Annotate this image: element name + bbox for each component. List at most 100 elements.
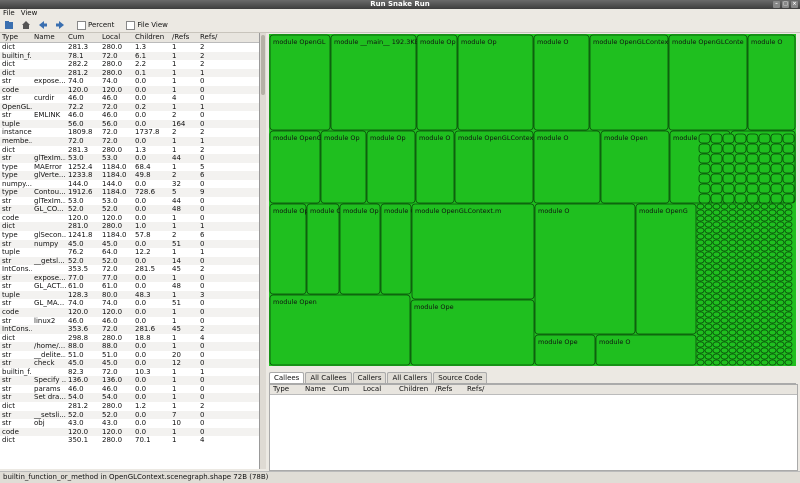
treemap-cell[interactable] [744, 227, 753, 234]
treemap-cell[interactable] [752, 311, 761, 318]
treemap-cell[interactable] [760, 299, 769, 306]
treemap-cell[interactable] [696, 275, 705, 282]
scrollbar-thumb[interactable] [261, 35, 265, 95]
treemap-cell[interactable] [760, 239, 769, 246]
treemap-cell[interactable] [784, 353, 793, 360]
table-row[interactable]: str Specify ... 136.0 136.0 0.0 1 0 [0, 376, 259, 385]
treemap-cell[interactable] [710, 173, 723, 184]
treemap-cell[interactable] [752, 281, 761, 288]
treemap-cell[interactable] [704, 353, 713, 360]
col-name[interactable]: Name [32, 33, 66, 42]
treemap-cell[interactable] [704, 227, 713, 234]
treemap-cell[interactable] [752, 245, 761, 252]
col-refs-out[interactable]: Refs/ [198, 33, 229, 42]
table-row[interactable]: str Set dra... 54.0 54.0 0.0 1 0 [0, 393, 259, 402]
treemap-node[interactable]: module O [595, 334, 697, 366]
treemap-node[interactable]: module Op [416, 34, 458, 131]
treemap-cell[interactable] [736, 329, 745, 336]
treemap-cell[interactable] [736, 269, 745, 276]
table-row[interactable]: type glVerte... 1233.8 1184.0 49.8 2 6 [0, 171, 259, 180]
treemap-cell[interactable] [784, 257, 793, 264]
treemap-cell[interactable] [736, 353, 745, 360]
treemap-cell[interactable] [752, 341, 761, 348]
treemap-cell[interactable] [720, 341, 729, 348]
treemap-cell[interactable] [760, 275, 769, 282]
treemap-cell[interactable] [722, 183, 735, 194]
treemap-cell[interactable] [720, 347, 729, 354]
treemap-cell[interactable] [752, 275, 761, 282]
treemap-cell[interactable] [736, 281, 745, 288]
treemap-cell[interactable] [770, 153, 783, 164]
treemap-cell[interactable] [712, 317, 721, 324]
treemap-cell[interactable] [720, 209, 729, 216]
treemap-cell[interactable] [776, 269, 785, 276]
treemap-cell[interactable] [776, 251, 785, 258]
treemap-cell[interactable] [736, 299, 745, 306]
treemap-cell[interactable] [760, 221, 769, 228]
menu-view[interactable]: View [21, 9, 38, 18]
treemap-cell[interactable] [784, 341, 793, 348]
treemap-cell[interactable] [784, 293, 793, 300]
treemap-cell[interactable] [760, 257, 769, 264]
treemap-cell[interactable] [784, 311, 793, 318]
treemap-cell[interactable] [744, 287, 753, 294]
treemap-cell[interactable] [696, 269, 705, 276]
treemap-cell[interactable] [768, 215, 777, 222]
treemap-cell[interactable] [784, 281, 793, 288]
minimize-icon[interactable]: – [773, 1, 780, 8]
treemap-cell[interactable] [696, 305, 705, 312]
treemap-node[interactable]: module O [415, 130, 455, 204]
treemap-cell[interactable] [760, 281, 769, 288]
treemap-cell[interactable] [784, 215, 793, 222]
table-row[interactable]: str/home/... 88.0 88.0 0.0 1 0 [0, 342, 259, 351]
table-row[interactable]: dict 281.0 280.0 1.0 1 1 [0, 222, 259, 232]
treemap-cell[interactable] [704, 347, 713, 354]
treemap-cell[interactable] [728, 353, 737, 360]
treemap-cell[interactable] [722, 143, 735, 154]
treemap-cell[interactable] [720, 281, 729, 288]
treemap-cell[interactable] [776, 203, 785, 210]
treemap-cell[interactable] [746, 133, 759, 144]
table-row[interactable]: membe... 72.0 72.0 0.0 1 1 [0, 137, 259, 146]
treemap-cell[interactable] [722, 133, 735, 144]
table-row[interactable]: str __getsl... 52.0 52.0 0.0 14 0 [0, 256, 259, 266]
treemap-cell[interactable] [704, 233, 713, 240]
treemap-cell[interactable] [752, 251, 761, 258]
treemap-cell[interactable] [784, 239, 793, 246]
callees-col-local[interactable]: Local [360, 385, 396, 394]
percent-checkbox-box[interactable] [77, 20, 86, 30]
treemap-cell[interactable] [776, 293, 785, 300]
treemap-cell[interactable] [712, 329, 721, 336]
home-icon[interactable] [20, 20, 31, 31]
treemap-cell[interactable] [696, 203, 705, 210]
treemap-cell[interactable] [712, 341, 721, 348]
table-row[interactable]: code 120.0 120.0 0.0 1 0 [0, 85, 259, 95]
table-row[interactable]: str expose... 74.0 74.0 0.0 1 0 [0, 77, 259, 86]
table-row[interactable]: type MAError 1252.4 1184.0 68.4 1 5 [0, 163, 259, 172]
open-file-icon[interactable] [3, 20, 14, 31]
treemap-cell[interactable] [752, 353, 761, 360]
table-row[interactable]: str obj 43.0 43.0 0.0 10 0 [0, 419, 259, 428]
treemap-cell[interactable] [776, 359, 785, 366]
treemap-cell[interactable] [736, 335, 745, 342]
treemap-cell[interactable] [744, 341, 753, 348]
treemap-cell[interactable] [712, 263, 721, 270]
treemap-node[interactable]: module OpenGLContext.m [411, 203, 535, 300]
treemap-cell[interactable] [760, 359, 769, 366]
treemap-cell[interactable] [712, 275, 721, 282]
treemap-cell[interactable] [782, 183, 795, 194]
maximize-icon[interactable]: □ [782, 1, 789, 8]
treemap-cell[interactable] [744, 317, 753, 324]
treemap-cell[interactable] [758, 183, 771, 194]
treemap-cell[interactable] [752, 317, 761, 324]
treemap-cell[interactable] [698, 173, 711, 184]
treemap-cell[interactable] [710, 193, 723, 204]
treemap-cell[interactable] [784, 269, 793, 276]
treemap-cell[interactable] [704, 221, 713, 228]
treemap-cell[interactable] [768, 311, 777, 318]
treemap-cell[interactable] [728, 287, 737, 294]
treemap-cell[interactable] [784, 347, 793, 354]
treemap-node[interactable]: module OpenGLContext [589, 34, 671, 131]
treemap-cell[interactable] [768, 263, 777, 270]
treemap-cell[interactable] [698, 133, 711, 144]
